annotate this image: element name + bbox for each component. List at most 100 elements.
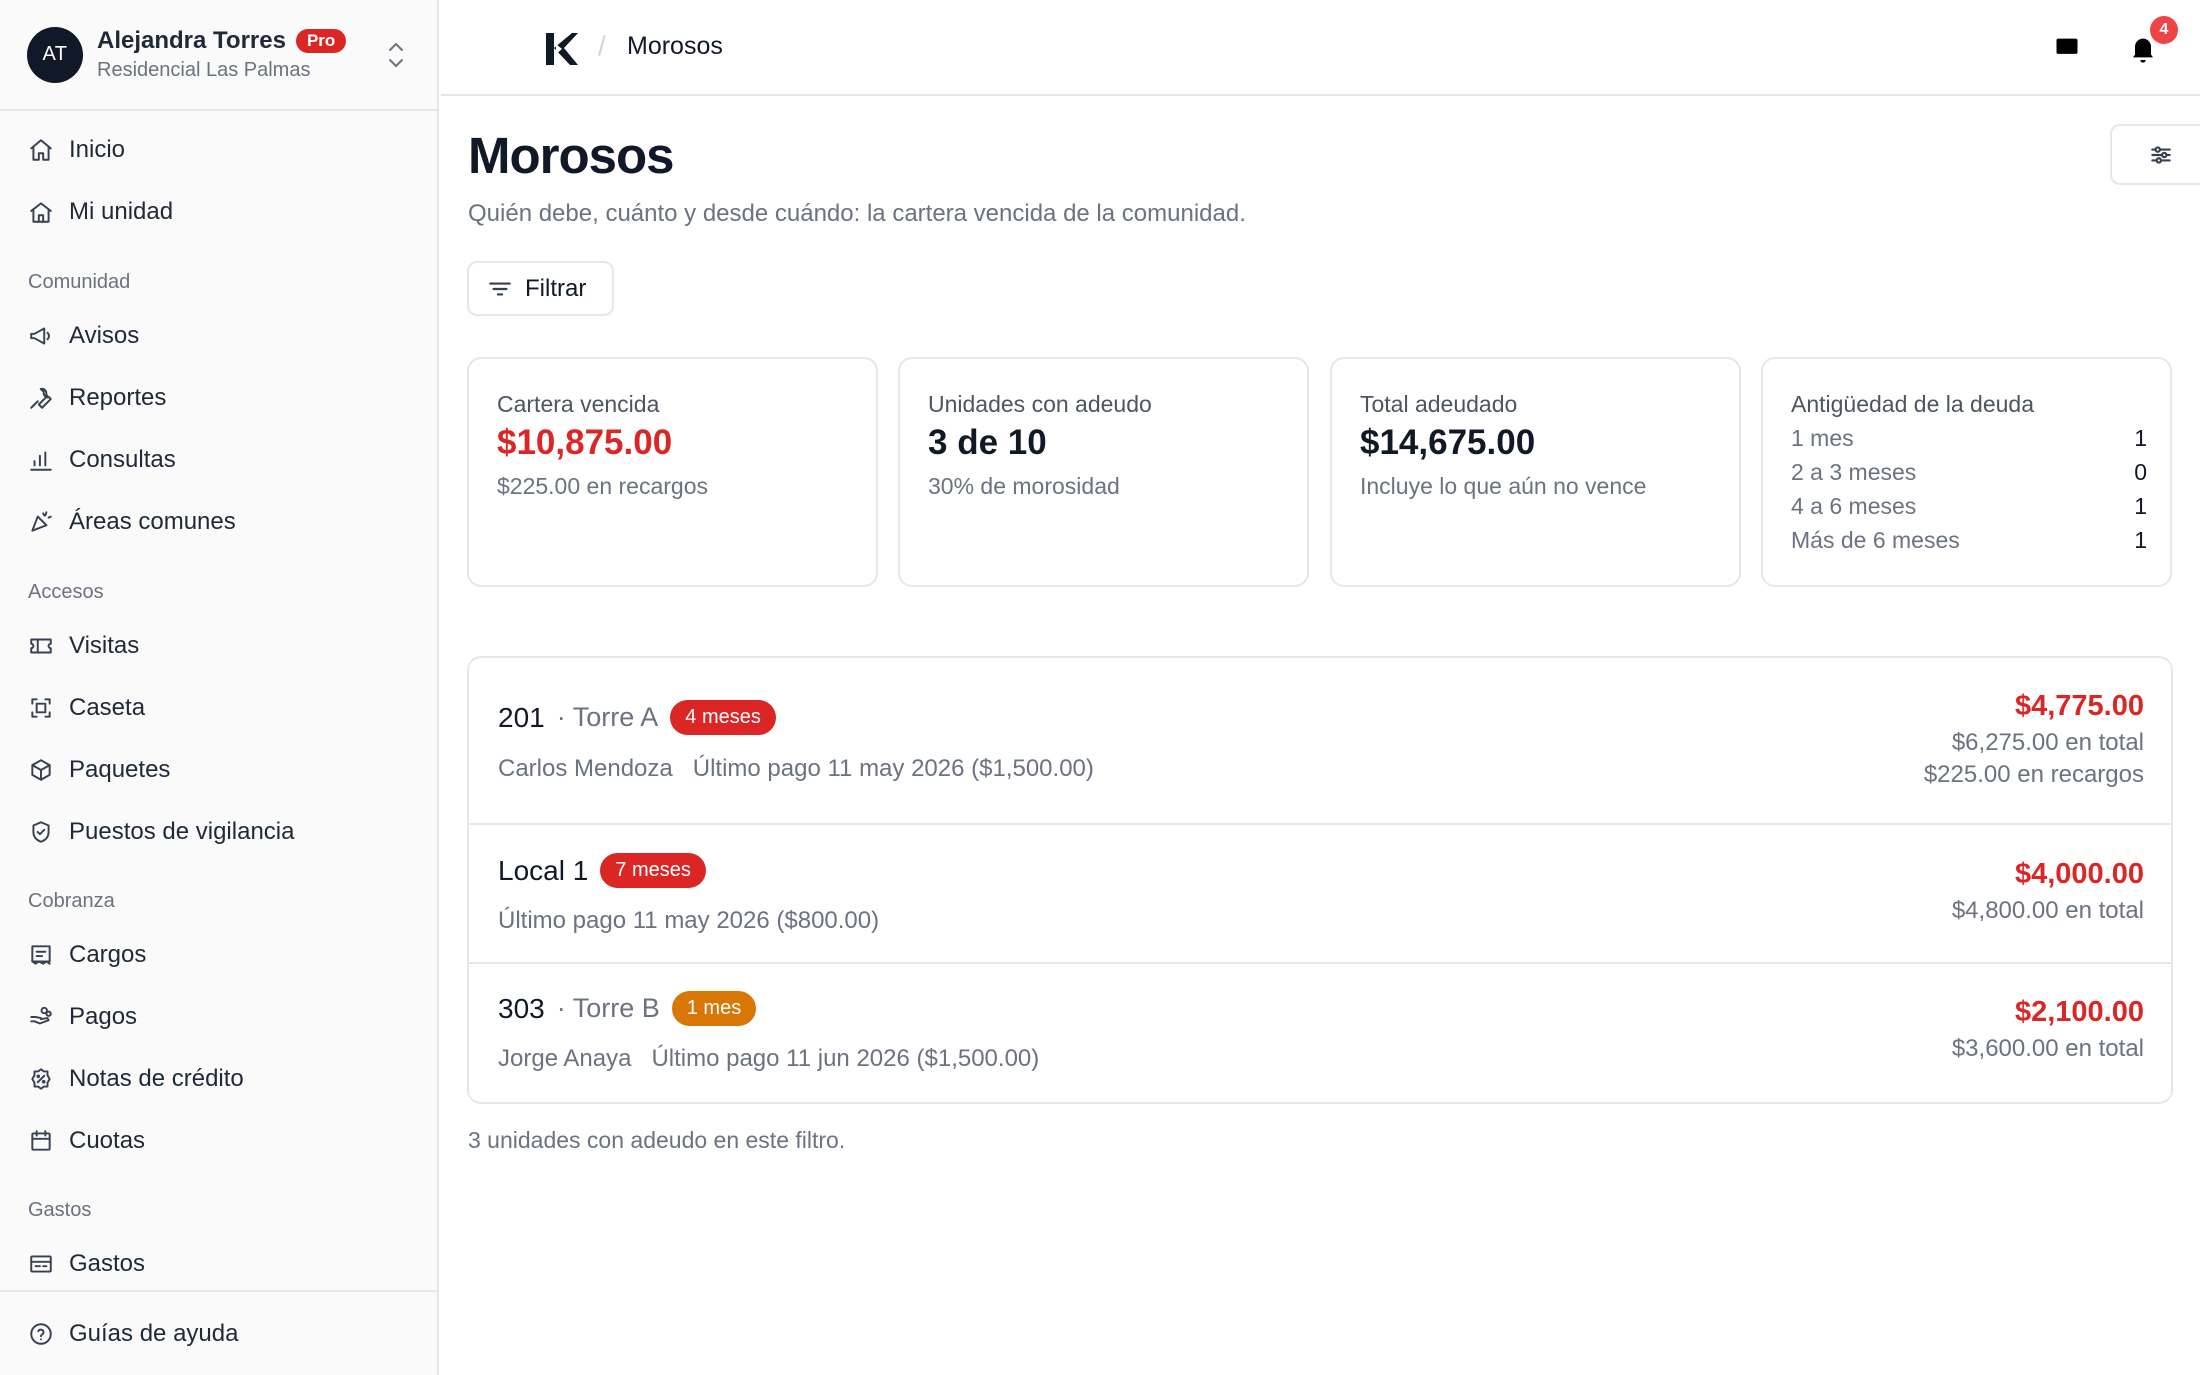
filter-lines-icon: [489, 282, 511, 295]
card-value: $14,675.00: [1360, 423, 1536, 462]
view-settings-button[interactable]: [2110, 124, 2200, 185]
sidebar-item-gastos[interactable]: Gastos: [0, 1240, 437, 1288]
aging-count: 1: [2134, 493, 2147, 519]
aging-row: 4 a 6 meses 1: [1791, 493, 2147, 520]
debtor-list: 201 · Torre A 4 meses Carlos Mendoza Últi…: [467, 656, 2173, 1104]
list-footnote: 3 unidades con adeudo en este filtro.: [468, 1127, 846, 1153]
shield-icon: [32, 821, 50, 843]
sliders-icon: [2150, 145, 2171, 164]
sidebar-item-avisos[interactable]: Avisos: [0, 312, 437, 360]
nav-section-gastos: Gastos: [28, 1199, 92, 1221]
sidebar-item-caseta[interactable]: Caseta: [0, 684, 437, 732]
sidebar-item-inicio[interactable]: Inicio: [0, 126, 437, 174]
aging-label: Más de 6 meses: [1791, 527, 1960, 553]
monitor-icon[interactable]: [2053, 34, 2081, 62]
aging-count: 1: [2134, 425, 2147, 451]
sidebar-item-label: Avisos: [69, 322, 140, 349]
aging-label: 1 mes: [1791, 425, 1854, 451]
months-overdue-badge: 1 mes: [671, 991, 757, 1026]
debtor-details: Jorge Anaya Último pago 11 jun 2026 ($1,5…: [498, 1045, 1039, 1073]
sidebar-item-label: Mi unidad: [69, 198, 174, 225]
receipt-icon: [31, 945, 51, 965]
calendar-icon: [31, 1130, 51, 1151]
sidebar-item-label: Consultas: [69, 446, 176, 473]
sidebar-item-puestos-vigilancia[interactable]: Puestos de vigilancia: [0, 808, 437, 856]
aging-row: Más de 6 meses 1: [1791, 527, 2147, 554]
card-note: Incluye lo que aún no vence: [1360, 473, 1647, 499]
hand-coins-icon: [30, 1006, 52, 1025]
sidebar-item-visitas[interactable]: Visitas: [0, 622, 437, 670]
user-switcher[interactable]: AT Alejandra Torres Pro Residencial Las …: [0, 0, 437, 111]
sidebar-item-label: Paquetes: [69, 756, 171, 783]
plan-badge: Pro: [295, 29, 347, 53]
debtor-row[interactable]: 201 · Torre A 4 meses Carlos Mendoza Últi…: [469, 658, 2171, 825]
sidebar-item-reportes[interactable]: Reportes: [0, 374, 437, 422]
debt-aging-card: Antigüedad de la deuda 1 mes 1 2 a 3 mes…: [1761, 357, 2172, 587]
sidebar-item-mi-unidad[interactable]: Mi unidad: [0, 188, 437, 236]
sidebar-item-label: Notas de crédito: [69, 1065, 244, 1092]
debtor-row[interactable]: Local 1 7 meses Último pago 11 may 2026 …: [469, 825, 2171, 964]
months-overdue-badge: 4 meses: [670, 700, 776, 735]
notification-count-badge: 4: [2150, 16, 2178, 44]
sidebar-item-label: Áreas comunes: [69, 508, 236, 535]
card-value: 3 de 10: [928, 423, 1047, 462]
card-label: Antigüedad de la deuda: [1791, 391, 2034, 417]
debtor-details: Último pago 11 may 2026 ($800.00): [498, 907, 879, 935]
debtor-unit-line: 303 · Torre B 1 mes: [498, 991, 757, 1026]
aging-count: 0: [2134, 459, 2147, 485]
sidebar-item-cuotas[interactable]: Cuotas: [0, 1117, 437, 1165]
sidebar-item-consultas[interactable]: Consultas: [0, 436, 437, 484]
sidebar-item-cargos[interactable]: Cargos: [0, 931, 437, 979]
owner-name: Carlos Mendoza: [498, 755, 673, 782]
unit-number: Local 1: [498, 854, 589, 886]
card-value: $10,875.00: [497, 423, 673, 462]
overdue-amount: $4,000.00: [2014, 858, 2144, 890]
sidebar-item-notas-credito[interactable]: Notas de crédito: [0, 1055, 437, 1103]
sidebar-item-paquetes[interactable]: Paquetes: [0, 746, 437, 794]
last-payment: Último pago 11 may 2026 ($1,500.00): [692, 755, 1094, 782]
bar-chart-icon: [30, 451, 52, 471]
aging-label: 2 a 3 meses: [1791, 459, 1917, 485]
sidebar-item-areas-comunes[interactable]: Áreas comunes: [0, 498, 437, 546]
page-subtitle: Quién debe, cuánto y desde cuándo: la ca…: [468, 200, 1246, 227]
sidebar-item-pagos[interactable]: Pagos: [0, 993, 437, 1041]
sidebar-item-label: Cuotas: [69, 1127, 146, 1154]
units-with-debt-card: Unidades con adeudo 3 de 10 30% de moros…: [898, 357, 1309, 587]
user-info: Alejandra Torres Pro Residencial Las Pal…: [97, 27, 347, 82]
user-name: Alejandra Torres: [97, 27, 286, 54]
sidebar-item-label: Cargos: [69, 941, 147, 968]
debtor-row[interactable]: 303 · Torre B 1 mes Jorge Anaya Último pa…: [469, 964, 2171, 1102]
filter-button[interactable]: Filtrar: [467, 261, 614, 316]
sidebar-item-guias-ayuda[interactable]: Guías de ayuda: [0, 1310, 437, 1358]
card-note: $225.00 en recargos: [497, 473, 708, 499]
chevrons-up-down-icon: [389, 43, 403, 67]
package-icon: [31, 759, 51, 781]
nav-section-comunidad: Comunidad: [28, 271, 131, 293]
overdue-amount: $2,100.00: [2014, 996, 2144, 1028]
total-amount: $6,275.00 en total: [1951, 729, 2144, 756]
last-payment: Último pago 11 may 2026 ($800.00): [498, 907, 880, 934]
megaphone-icon: [30, 327, 50, 345]
sidebar-footer: Guías de ayuda: [0, 1290, 437, 1375]
breadcrumb[interactable]: Morosos: [627, 32, 723, 61]
sidebar: AT Alejandra Torres Pro Residencial Las …: [0, 0, 439, 1375]
sidebar-item-label: Pagos: [69, 1003, 138, 1030]
sidebar-item-label: Reportes: [69, 384, 167, 411]
unit-number: 303: [498, 992, 545, 1024]
total-amount: $3,600.00 en total: [1951, 1035, 2144, 1062]
app-logo[interactable]: [542, 30, 578, 68]
sidebar-item-label: Inicio: [69, 136, 126, 163]
sidebar-item-label: Puestos de vigilancia: [69, 818, 295, 845]
avatar: AT: [27, 26, 83, 83]
home-icon: [30, 139, 52, 161]
debtor-amounts: $4,000.00 $4,800.00 en total: [1952, 858, 2144, 925]
help-circle-icon: [30, 1323, 52, 1345]
debtor-amounts: $4,775.00 $6,275.00 en total $225.00 en …: [1924, 690, 2144, 789]
nav-section-accesos: Accesos: [28, 581, 104, 603]
sidebar-item-label: Visitas: [69, 632, 140, 659]
wrench-icon: [30, 387, 52, 409]
menu-icon[interactable]: [479, 32, 511, 64]
total-amount: $4,800.00 en total: [1951, 897, 2144, 924]
breadcrumb-separator: /: [598, 30, 606, 61]
sidebar-item-label: Caseta: [69, 694, 146, 721]
